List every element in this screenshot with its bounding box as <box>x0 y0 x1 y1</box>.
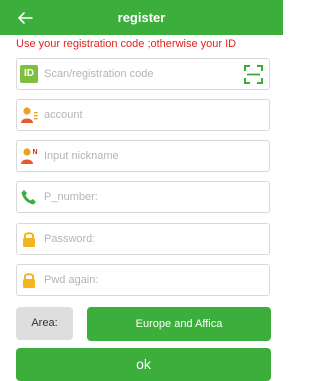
password-again-field[interactable] <box>16 264 270 296</box>
lock-icon <box>23 273 35 288</box>
scan-icon[interactable] <box>243 64 264 85</box>
lock-icon <box>23 232 35 247</box>
password-again-input[interactable] <box>44 265 244 295</box>
page-title: register <box>117 10 166 25</box>
ok-button[interactable]: ok <box>16 348 271 381</box>
registration-code-input[interactable] <box>44 59 244 89</box>
area-select-button[interactable]: Europe and Affica <box>87 307 271 341</box>
top-bar: register <box>0 0 283 35</box>
phone-input[interactable] <box>44 182 244 212</box>
password-field[interactable] <box>16 223 270 255</box>
account-field[interactable] <box>16 99 270 131</box>
register-screen: register Use your registration code ;oth… <box>0 0 283 381</box>
nickname-input[interactable] <box>44 141 244 171</box>
arrow-left-icon[interactable] <box>16 9 34 27</box>
id-icon: ID <box>20 65 38 83</box>
user-nickname-icon: N <box>21 148 38 164</box>
registration-hint: Use your registration code ;otherwise yo… <box>16 38 237 50</box>
nickname-field[interactable]: N <box>16 140 270 172</box>
registration-code-field[interactable]: ID <box>16 58 270 90</box>
phone-field[interactable] <box>16 181 270 213</box>
account-input[interactable] <box>44 100 244 130</box>
password-input[interactable] <box>44 224 244 254</box>
svg-text:N: N <box>33 149 38 156</box>
phone-icon <box>21 190 36 205</box>
user-icon <box>21 107 38 123</box>
area-label: Area: <box>16 307 73 340</box>
